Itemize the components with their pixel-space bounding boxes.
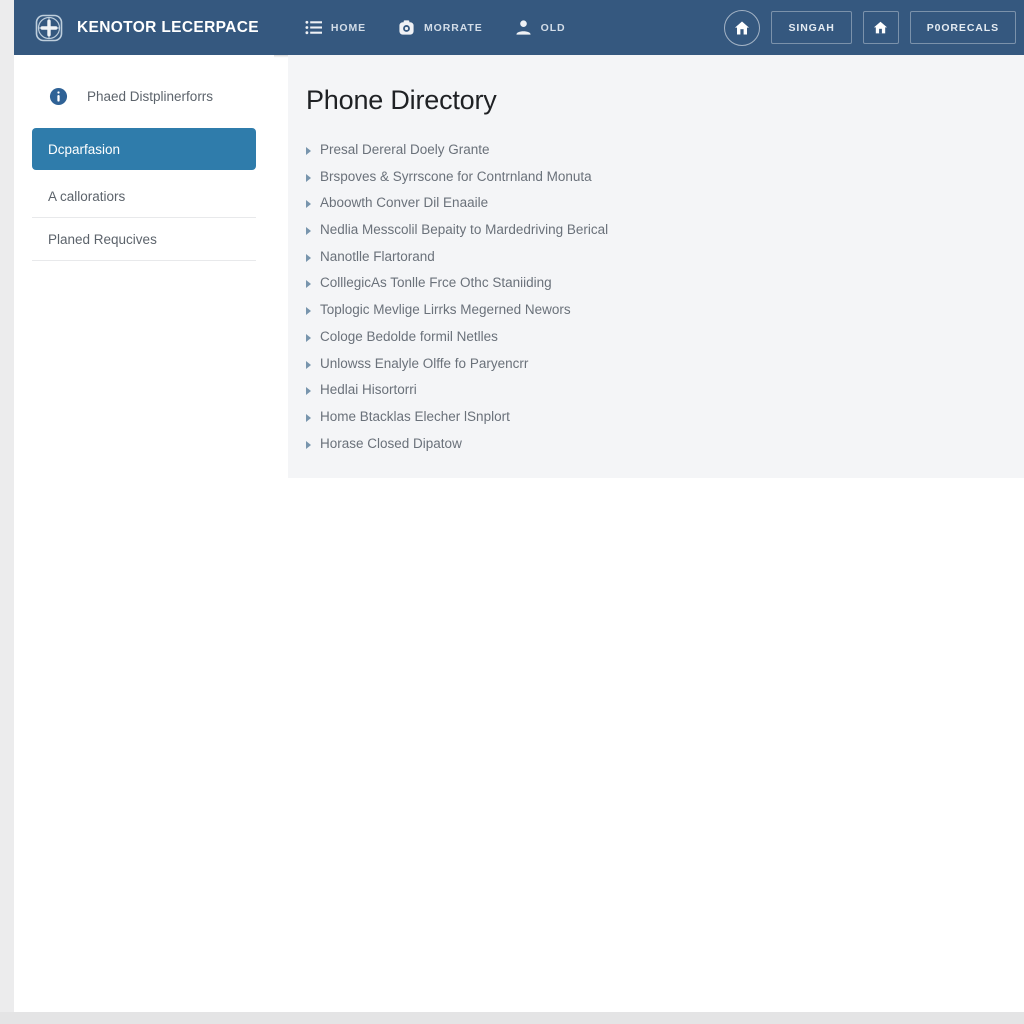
- sidebar: Phaed Distplinerforrs Dcparfasion A call…: [14, 55, 274, 261]
- sidebar-heading-label: Phaed Distplinerforrs: [87, 89, 214, 104]
- list-item[interactable]: Home Btacklas Elecher lSnplort: [306, 409, 1024, 425]
- list-item-label: ColllegicAs Tonlle Frce Othc Staniiding: [320, 275, 552, 291]
- sidebar-item-dcparfasion[interactable]: Dcparfasion: [32, 128, 256, 170]
- home-square-button[interactable]: [862, 11, 899, 44]
- list-item-label: Horase Closed Dipatow: [320, 435, 462, 451]
- list-item-label: Unlowss Enalyle Olffe fo Paryencrr: [320, 355, 529, 371]
- caret-right-icon: [306, 253, 311, 262]
- brand[interactable]: KENOTOR LECERPACE: [14, 12, 259, 44]
- caret-right-icon: [306, 227, 311, 236]
- sidebar-item-planed-requcives[interactable]: Planed Requcives: [32, 218, 256, 261]
- caret-right-icon: [306, 147, 311, 155]
- list-item-label: Brspoves & Syrrscone for Contrnland Monu…: [320, 168, 592, 184]
- list-item-label: Aboowth Conver Dil Enaaile: [320, 195, 489, 211]
- list-item[interactable]: Nanotlle Flartorand: [306, 249, 1024, 265]
- nav-label-morrate: MORRATE: [424, 21, 483, 34]
- shield-plus-logo-icon: [35, 14, 63, 41]
- nav-label-old: OLD: [540, 21, 566, 34]
- info-circle-icon: [49, 87, 68, 106]
- list-item[interactable]: Horase Closed Dipatow: [306, 436, 1024, 452]
- caret-right-icon: [306, 387, 311, 396]
- list-item[interactable]: Toplogic Mevlige Lirrks Megerned Newors: [306, 302, 1024, 318]
- caret-right-icon: [306, 307, 311, 316]
- sidebar-item-a-calloratiors[interactable]: A calloratiors: [32, 175, 256, 218]
- nav-label-home: HOME: [330, 21, 367, 34]
- caret-right-icon: [306, 173, 311, 182]
- user-person-icon: [516, 20, 531, 35]
- page-title: Phone Directory: [306, 85, 497, 115]
- nav-item-home[interactable]: HOME: [289, 0, 382, 55]
- list-item[interactable]: ColllegicAs Tonlle Frce Othc Staniiding: [306, 275, 1024, 291]
- app-window: KENOTOR LECERPACE HOME MORRATE OLD SINGA…: [14, 0, 1024, 1012]
- list-item-label: Home Btacklas Elecher lSnplort: [320, 408, 510, 424]
- list-item[interactable]: Presal Dereral Doely Grante: [306, 142, 1024, 158]
- top-navigation-bar: KENOTOR LECERPACE HOME MORRATE OLD SINGA…: [14, 0, 1024, 55]
- list-menu-icon: [305, 20, 322, 35]
- main-nav: HOME MORRATE OLD: [289, 0, 582, 55]
- list-item[interactable]: Nedlia Messcolil Bepaity to Mardedriving…: [306, 222, 1024, 238]
- caret-right-icon: [306, 440, 311, 449]
- sidebar-heading: Phaed Distplinerforrs: [32, 77, 256, 128]
- caret-right-icon: [306, 413, 311, 422]
- list-item-label: Presal Dereral Doely Grante: [320, 142, 490, 157]
- caret-right-icon: [306, 333, 311, 342]
- window-bottom-edge: [0, 1012, 1024, 1024]
- singah-button[interactable]: SINGAH: [771, 11, 852, 44]
- nav-item-morrate[interactable]: MORRATE: [382, 0, 499, 55]
- camera-circle-icon: [399, 20, 414, 35]
- header-actions: SINGAH P0ORECALS: [724, 9, 1024, 46]
- brand-name: KENOTOR LECERPACE: [77, 18, 259, 36]
- list-item[interactable]: Hedlai Hisortorri: [306, 382, 1024, 398]
- list-item-label: Cologe Bedolde formil Netlles: [320, 328, 498, 344]
- home-icon: [874, 21, 888, 34]
- list-item[interactable]: Brspoves & Syrrscone for Contrnland Monu…: [306, 169, 1024, 185]
- poorecals-button[interactable]: P0ORECALS: [909, 11, 1016, 44]
- list-item-label: Nanotlle Flartorand: [320, 248, 435, 264]
- main-content-panel: Phone Directory Presal Dereral Doely Gra…: [288, 55, 1024, 478]
- list-item-label: Nedlia Messcolil Bepaity to Mardedriving…: [320, 222, 609, 238]
- list-item-label: Toplogic Mevlige Lirrks Megerned Newors: [320, 302, 571, 318]
- home-icon: [735, 21, 750, 34]
- caret-right-icon: [306, 200, 311, 209]
- list-item[interactable]: Aboowth Conver Dil Enaaile: [306, 195, 1024, 211]
- caret-right-icon: [306, 360, 311, 369]
- list-item[interactable]: Cologe Bedolde formil Netlles: [306, 329, 1024, 345]
- caret-right-icon: [306, 280, 311, 289]
- phone-directory-list: Presal Dereral Doely Grante Brspoves & S…: [306, 142, 1024, 452]
- list-item[interactable]: Unlowss Enalyle Olffe fo Paryencrr: [306, 356, 1024, 372]
- list-item-label: Hedlai Hisortorri: [320, 382, 417, 398]
- home-circle-button[interactable]: [724, 9, 761, 46]
- nav-item-old[interactable]: OLD: [499, 0, 582, 55]
